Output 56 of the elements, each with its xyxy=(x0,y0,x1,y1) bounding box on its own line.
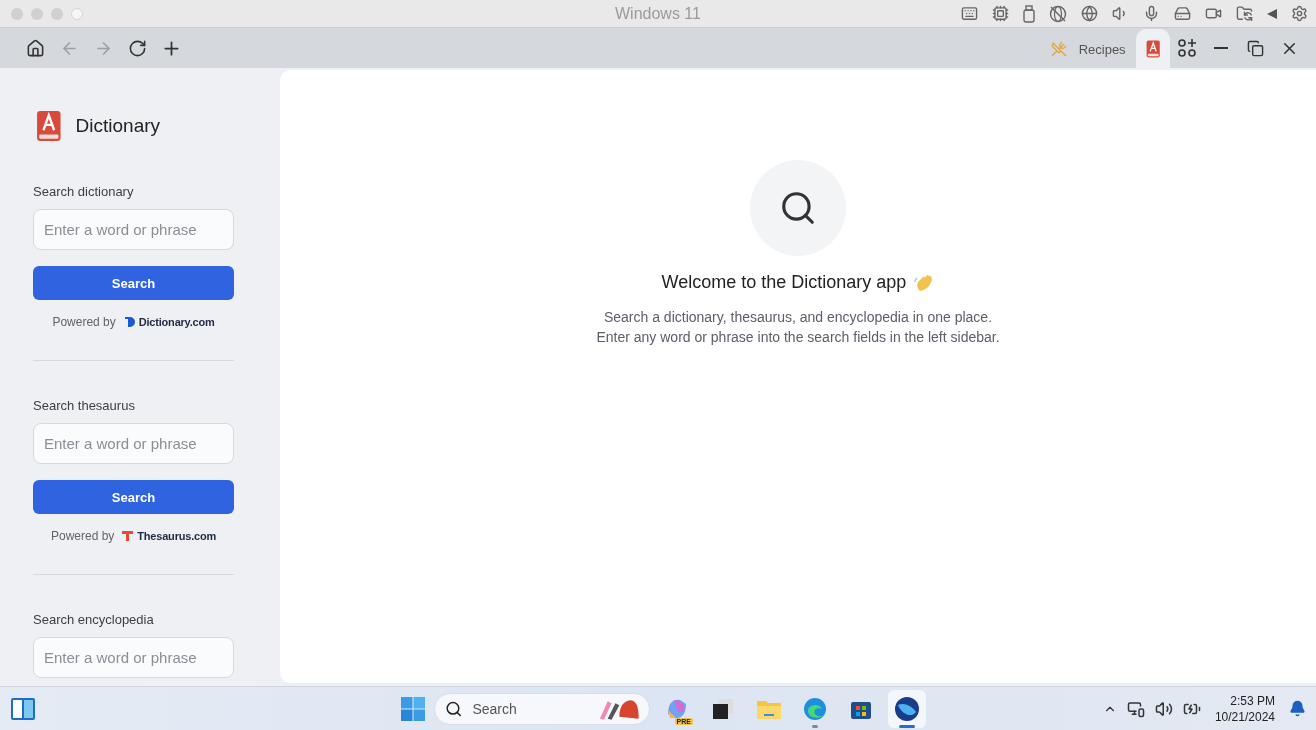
letter-t-mark-icon xyxy=(122,530,134,542)
clock-date: 10/21/2024 xyxy=(1214,708,1275,725)
book-letter-logo-icon xyxy=(1145,40,1160,58)
globe-icon xyxy=(1081,5,1098,22)
taskbar-app[interactable] xyxy=(888,689,926,728)
fork-knife-icon xyxy=(1050,41,1067,57)
chip-icon xyxy=(992,5,1009,22)
minimize-icon xyxy=(1214,47,1228,49)
settings-icon xyxy=(1291,5,1308,22)
window-title: Windows 11 xyxy=(615,4,701,22)
drive-icon xyxy=(1174,5,1191,22)
word-input-field[interactable]: Enter a word or phrase xyxy=(33,209,234,250)
clock-time: 2:53 PM xyxy=(1230,692,1275,709)
widgets-icon[interactable] xyxy=(10,696,36,721)
running-indicator xyxy=(899,724,915,728)
field-label: Search thesaurus xyxy=(33,398,136,413)
field-label: Search dictionary xyxy=(33,184,135,199)
word-input-field[interactable]: Enter a word or phrase xyxy=(33,423,234,464)
reload-icon xyxy=(127,38,147,58)
keyboard-icon xyxy=(961,5,978,22)
stacked-windows-icon xyxy=(711,696,735,721)
waving-hand-icon xyxy=(914,272,935,293)
welcome-description: Search a dictionary, thesaurus, and encyclopedia in one place. Enter any word or phrase into the search fields in the left sidebar. xyxy=(596,308,1000,347)
search-button[interactable]: Search xyxy=(33,480,234,514)
crossed-globe-icon xyxy=(1049,4,1067,23)
word-input-field[interactable]: Enter a word or phrase xyxy=(33,637,234,678)
welcome-heading: Welcome to the Dictionary app xyxy=(661,272,907,293)
search-button[interactable]: Search xyxy=(33,266,234,300)
sphere-icon xyxy=(894,695,920,722)
home-icon xyxy=(25,38,45,58)
field-label: Search encyclopedia xyxy=(33,612,155,627)
app-tab[interactable]: Recipes xyxy=(1040,29,1136,69)
book-mark-icon xyxy=(123,316,135,328)
start-icon[interactable] xyxy=(400,695,426,722)
circles-plus-icon xyxy=(1177,38,1197,58)
usb-stick-icon xyxy=(1023,4,1035,23)
powered-by-text: Powered by xyxy=(52,315,116,329)
taskbar-search-field[interactable]: Search xyxy=(434,692,650,725)
restore-icon xyxy=(1246,39,1264,57)
search-icon xyxy=(445,699,463,718)
wave-circle-icon xyxy=(802,695,828,722)
brand-name: Thesaurus.com xyxy=(137,530,217,542)
folder-arrows-icon xyxy=(1236,5,1253,22)
running-indicator xyxy=(812,724,818,728)
powered-by-text: Powered by xyxy=(50,529,115,543)
left-triangle-icon xyxy=(1267,8,1277,19)
microphone-icon xyxy=(1143,5,1160,22)
notification-bell-icon xyxy=(1289,700,1306,717)
app-tab[interactable] xyxy=(1135,29,1170,69)
book-letter-logo-icon xyxy=(36,110,62,142)
speaker-icon xyxy=(1154,699,1173,718)
app-title: Dictionary xyxy=(75,115,161,137)
monitor-icon xyxy=(1126,699,1145,718)
search-input[interactable]: Search xyxy=(470,699,591,718)
brand-name: Dictionary.com xyxy=(138,316,215,328)
search-icon xyxy=(779,189,817,227)
